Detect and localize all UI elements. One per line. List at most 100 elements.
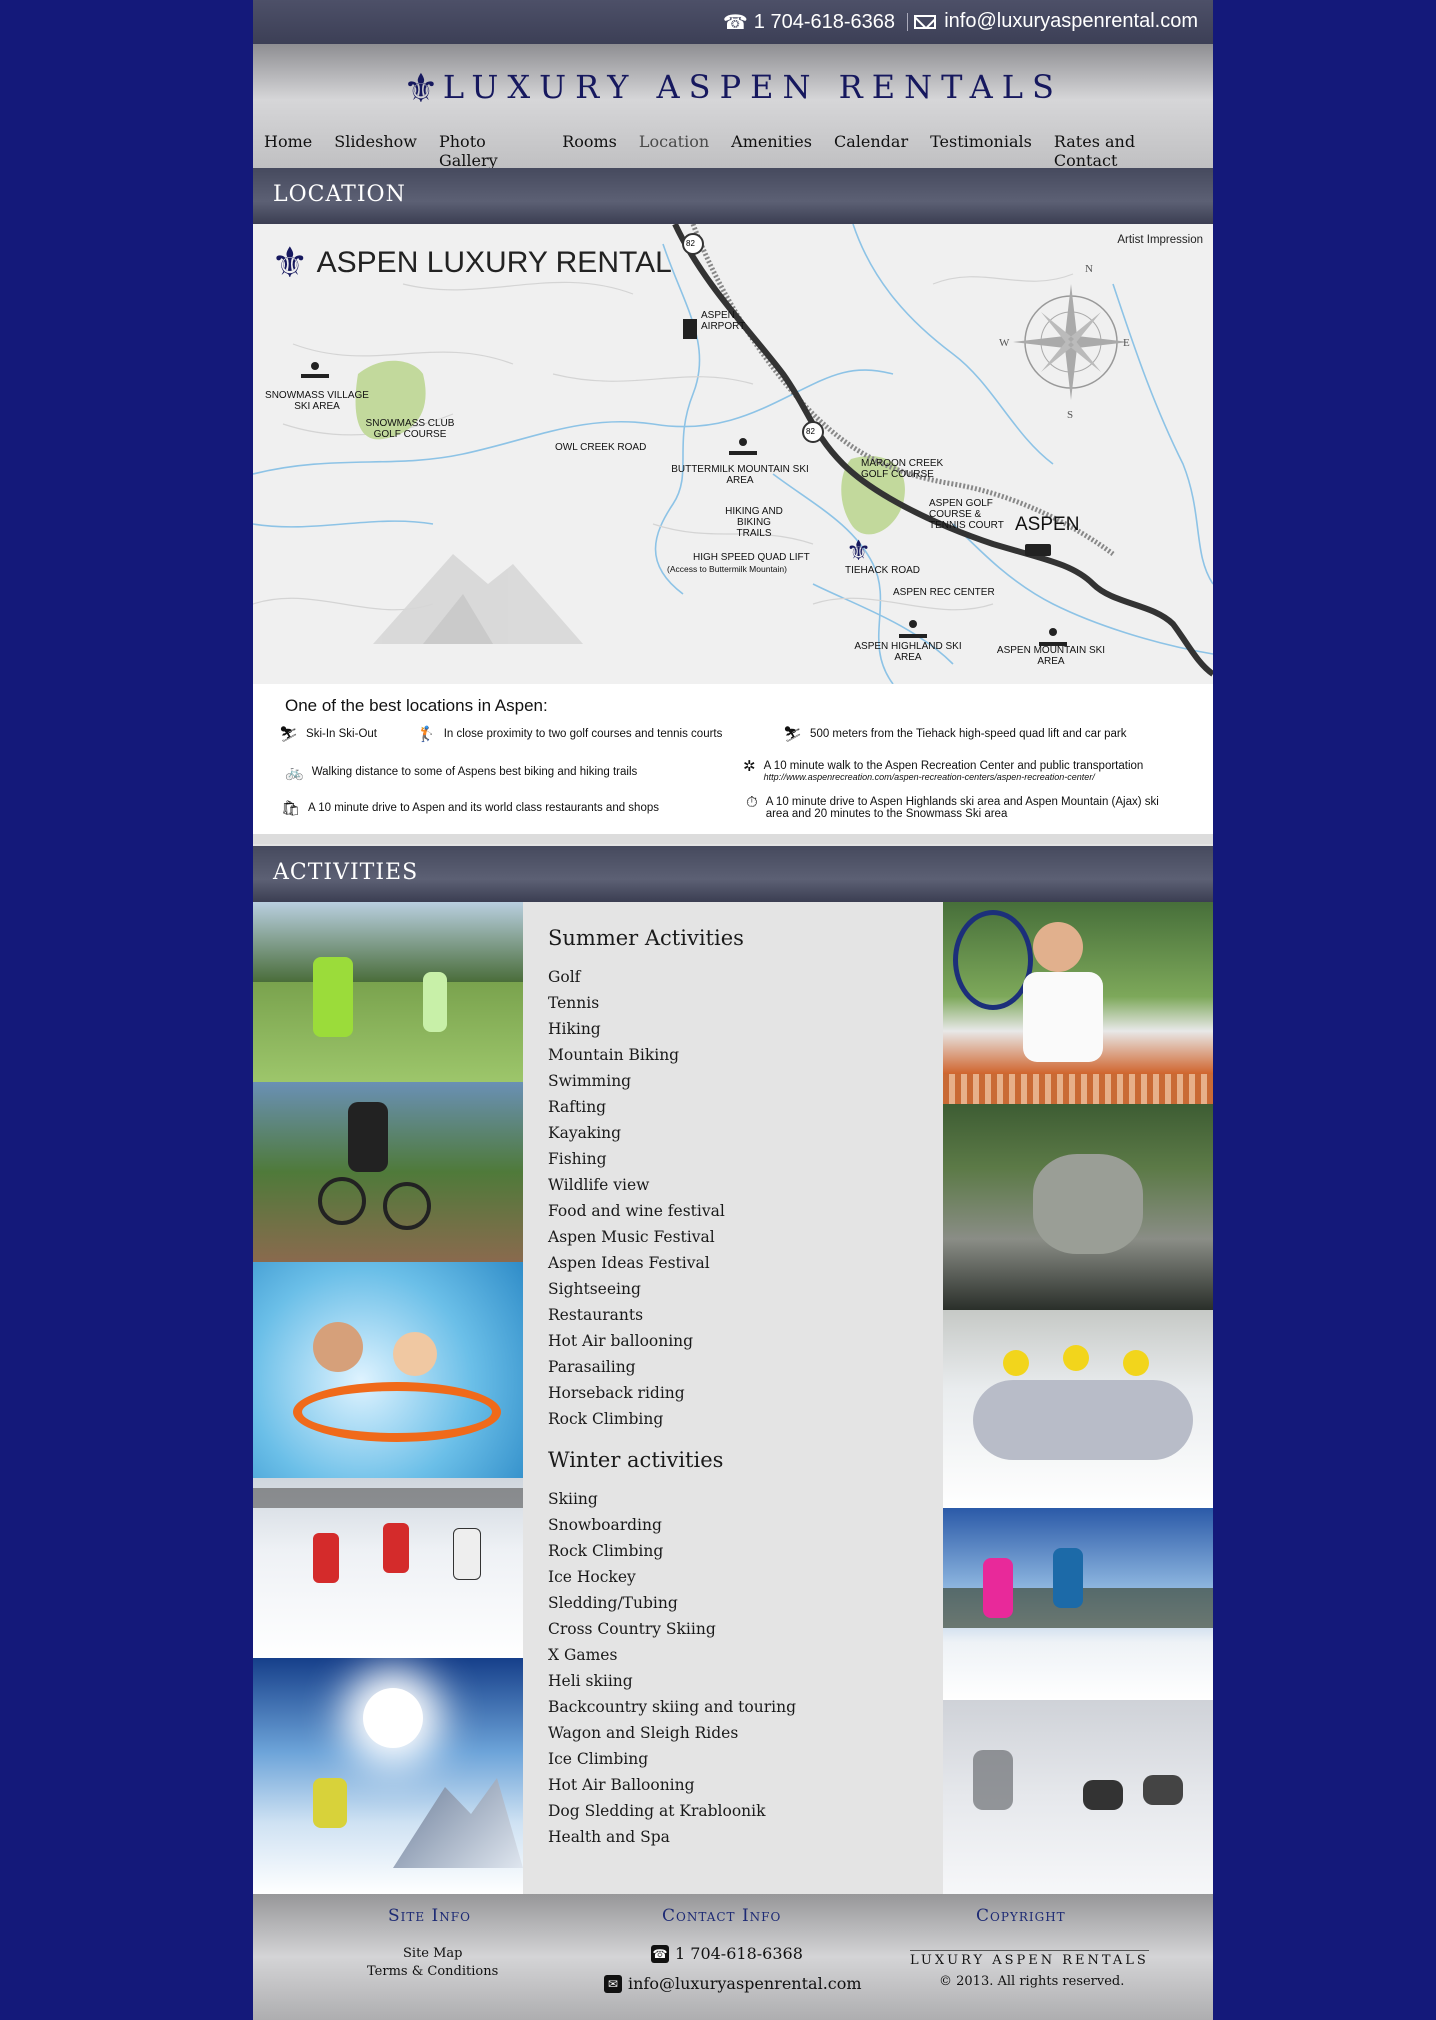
highlight-item: ✲ A 10 minute walk to the Aspen Recreatio… (743, 758, 1144, 782)
nav-home[interactable]: Home (264, 132, 312, 170)
winter-activity-item: Wagon and Sleigh Rides (548, 1724, 739, 1742)
summer-activity-item: Kayaking (548, 1124, 622, 1142)
footer-phone[interactable]: ☎ 1 704-618-6368 (651, 1944, 803, 1963)
svg-text:S: S (1067, 409, 1073, 421)
map-label-mountain: ASPEN MOUNTAIN SKI AREA (996, 645, 1106, 667)
timer-icon: ⏱ (746, 794, 758, 811)
winter-activities-heading: Winter activities (548, 1448, 724, 1472)
map-label-aspen: ASPEN (1015, 514, 1080, 535)
rafting-photo (943, 1310, 1213, 1508)
summer-activity-item: Fishing (548, 1150, 607, 1168)
winter-activity-item: Skiing (548, 1490, 598, 1508)
map-label-aspen-golf: ASPEN GOLF COURSE & TENNIS COURT (929, 498, 1004, 531)
artist-impression-note: Artist Impression (1117, 234, 1203, 246)
golfer-icon: 🏌 (417, 726, 436, 743)
highlight-item: 🏌 In close proximity to two golf courses … (417, 726, 723, 743)
summer-activity-item: Restaurants (548, 1306, 644, 1324)
nav-calendar[interactable]: Calendar (834, 132, 908, 170)
property-marker-icon: ⚜ (846, 534, 872, 567)
winter-activity-item: Health and Spa (548, 1828, 670, 1846)
winter-activity-item: Sledding/Tubing (548, 1594, 678, 1612)
summer-activity-item: Tennis (548, 994, 600, 1012)
envelope-icon: ✉ (604, 1974, 622, 1993)
map-graphic: N E S W (253, 224, 1213, 684)
copyright-heading: Copyright (976, 1906, 1066, 1926)
summer-activity-item: Hot Air ballooning (548, 1332, 694, 1350)
summer-activity-item: Golf (548, 968, 581, 986)
summer-activity-item: Wildlife view (548, 1176, 650, 1194)
highlight-item: ⏱ A 10 minute drive to Aspen Highlands sk… (746, 794, 1159, 820)
site-header: ⚜ LUXURY ASPEN RENTALS Home Slideshow Pho… (253, 44, 1213, 170)
nav-slideshow[interactable]: Slideshow (334, 132, 417, 170)
site-info-heading: Site Info (388, 1906, 471, 1926)
phone-icon: ☎ (722, 12, 748, 34)
snowshoeing-photo (943, 1508, 1213, 1700)
logo-text: LUXURY ASPEN RENTALS (442, 68, 1063, 106)
map-label-highland: ASPEN HIGHLAND SKI AREA (854, 641, 962, 663)
svg-text:E: E (1123, 337, 1130, 349)
main-nav: Home Slideshow Photo Gallery Rooms Locat… (264, 132, 1213, 170)
summer-activities-heading: Summer Activities (548, 926, 744, 950)
site-logo[interactable]: ⚜ LUXURY ASPEN RENTALS (253, 66, 1213, 112)
winter-activity-item: Hot Air Ballooning (548, 1776, 695, 1794)
summer-activity-item: Swimming (548, 1072, 632, 1090)
nav-testimonials[interactable]: Testimonials (930, 132, 1032, 170)
nav-location[interactable]: Location (639, 132, 709, 170)
winter-activity-item: X Games (548, 1646, 618, 1664)
highway-shield-82: 82 (686, 239, 695, 248)
winter-activity-item: Rock Climbing (548, 1542, 664, 1560)
winter-activity-item: Snowboarding (548, 1516, 662, 1534)
site-footer: Site Info Site Map Terms & Conditions Co… (253, 1894, 1213, 2020)
skier-icon: ⛷ (279, 726, 299, 743)
dog-sledding-photo (943, 1700, 1213, 1894)
winter-activity-item: Heli skiing (548, 1672, 633, 1690)
activities-title: ACTIVITIES (273, 860, 419, 885)
ski-lift-icon: ⛷ (783, 726, 803, 743)
ice-hockey-photo (253, 1478, 523, 1658)
phone-link[interactable]: ☎ 1 704-618-6368 (723, 10, 895, 35)
location-map: N E S W ⚜ ASPEN LUXURY RENTAL Artist Imp… (253, 224, 1213, 684)
fleur-de-lis-icon: ⚜ (271, 239, 309, 286)
golf-photo (253, 902, 523, 1082)
email-link[interactable]: info@luxuryaspenrental.com (914, 10, 1198, 33)
compass-rose (1013, 284, 1129, 400)
map-label-quad: HIGH SPEED QUAD LIFT (693, 552, 810, 563)
location-title: LOCATION (273, 182, 406, 207)
map-label-buttermilk: BUTTERMILK MOUNTAIN SKI AREA (671, 464, 809, 486)
kayaking-photo (943, 1074, 1213, 1310)
nav-amenities[interactable]: Amenities (731, 132, 812, 170)
highlights-title: One of the best locations in Aspen: (285, 696, 548, 715)
winter-activity-item: Ice Hockey (548, 1568, 636, 1586)
envelope-icon (914, 14, 937, 29)
phone-icon: ☎ (651, 1944, 669, 1963)
nav-rooms[interactable]: Rooms (562, 132, 617, 170)
map-label-hiking: HIKING AND BIKING TRAILS (725, 506, 783, 539)
summer-activity-item: Food and wine festival (548, 1202, 725, 1220)
mountain-biking-photo (253, 1082, 523, 1262)
summer-activity-item: Rock Climbing (548, 1410, 664, 1428)
summer-activity-item: Aspen Music Festival (548, 1228, 715, 1246)
page: ☎ 1 704-618-6368 info@luxuryaspenrental.… (253, 0, 1213, 2020)
map-brand: ⚜ ASPEN LUXURY RENTAL (271, 239, 672, 286)
nav-rates-and-contact[interactable]: Rates and Contact (1054, 132, 1191, 170)
swimming-photo (253, 1262, 523, 1478)
activities-section-header: ACTIVITIES (253, 846, 1213, 902)
map-label-rec-center: ASPEN REC CENTER (893, 587, 995, 598)
summer-activity-item: Sightseeing (548, 1280, 641, 1298)
divider (907, 13, 908, 31)
location-section-header: LOCATION (253, 168, 1213, 224)
activities-section: Summer Activities Golf Tennis Hiking Mou… (253, 902, 1213, 1894)
bike-hike-icon: 🚲 (285, 764, 304, 781)
email-address: info@luxuryaspenrental.com (944, 10, 1198, 32)
summer-activity-item: Parasailing (548, 1358, 636, 1376)
copyright-text: © 2013. All rights reserved. (939, 1974, 1125, 1989)
footer-email[interactable]: ✉ info@luxuryaspenrental.com (604, 1974, 862, 1993)
summer-activity-item: Horseback riding (548, 1384, 685, 1402)
terms-link[interactable]: Terms & Conditions (367, 1964, 498, 1979)
map-label-owl-creek: OWL CREEK ROAD (555, 442, 647, 453)
site-map-link[interactable]: Site Map (403, 1946, 463, 1961)
highlight-item: ⛷ Ski-In Ski-Out (279, 726, 377, 743)
winter-activity-item: Dog Sledding at Krabloonik (548, 1802, 766, 1820)
nav-photo-gallery[interactable]: Photo Gallery (439, 132, 540, 170)
rec-center-link[interactable]: http://www.aspenrecreation.com/aspen-rec… (764, 772, 1144, 782)
